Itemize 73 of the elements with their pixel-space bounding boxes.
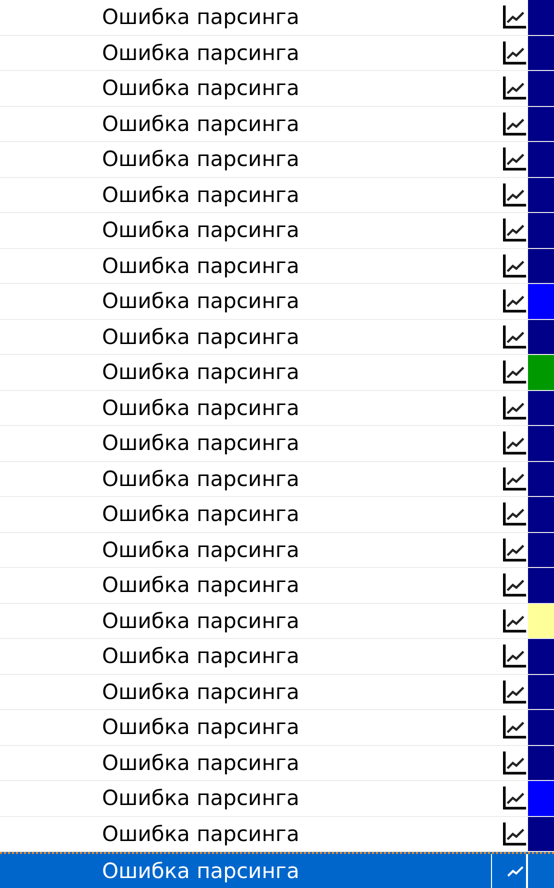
list-row[interactable]: Ошибка парсинга [0, 462, 554, 497]
list-row[interactable]: Ошибка парсинга [0, 213, 554, 248]
status-text: Ошибка парсинга [101, 217, 300, 244]
status-text: Ошибка парсинга [101, 359, 300, 386]
status-text: Ошибка парсинга [101, 324, 300, 350]
status-text: Ошибка парсинга [101, 785, 300, 812]
line-chart-icon [503, 252, 527, 279]
status-text: Ошибка парсинга [101, 110, 300, 138]
status-text: Ошибка парсинга [101, 146, 300, 173]
line-chart-icon [503, 75, 527, 102]
status-text: Ошибка парсинга [101, 750, 300, 776]
line-chart-icon [503, 785, 527, 812]
status-text: Ошибка парсинга [101, 643, 300, 670]
line-chart-icon [503, 536, 527, 563]
line-chart-icon [503, 466, 527, 492]
list-row[interactable]: Ошибка парсинга [0, 781, 554, 816]
list-row[interactable]: Ошибка парсинга [0, 426, 554, 462]
status-text: Ошибка парсинга [101, 820, 300, 848]
list-row[interactable]: Ошибка парсинга [0, 142, 554, 178]
line-chart-icon [503, 110, 527, 137]
list-row[interactable]: Ошибка парсинга [0, 71, 554, 106]
list-row[interactable]: Ошибка парсинга [0, 852, 554, 888]
line-chart-icon [503, 820, 527, 847]
line-chart-icon [503, 359, 527, 386]
status-text: Ошибка парсинга [101, 678, 300, 706]
list-row[interactable]: Ошибка парсинга [0, 178, 554, 213]
list-row[interactable]: Ошибка парсинга [0, 248, 554, 284]
status-text: Ошибка парсинга [101, 40, 300, 66]
line-chart-icon [503, 40, 527, 66]
line-chart-icon [503, 714, 527, 740]
line-chart-icon [503, 146, 527, 172]
status-text: Ошибка парсинга [101, 288, 300, 315]
status-text: Ошибка парсинга [101, 182, 300, 208]
status-text: Ошибка парсинга [101, 714, 300, 741]
list-row[interactable]: Ошибка парсинга [0, 532, 554, 568]
line-chart-icon [503, 608, 527, 634]
line-chart-icon [503, 4, 527, 30]
line-chart-icon [503, 430, 527, 456]
line-chart-icon [503, 678, 527, 705]
list-row[interactable]: Ошибка парсинга [0, 320, 554, 355]
list-row[interactable]: Ошибка парсинга [0, 106, 554, 142]
line-chart-icon [503, 182, 527, 208]
status-text: Ошибка парсинга [101, 501, 300, 528]
list-row[interactable]: Ошибка парсинга [0, 710, 554, 746]
status-text: Ошибка парсинга [101, 430, 300, 457]
list-row[interactable]: Ошибка парсинга [0, 674, 554, 710]
list-row[interactable]: Ошибка парсинга [0, 604, 554, 639]
status-text: Ошибка парсинга [101, 572, 300, 599]
status-text: Ошибка парсинга [101, 858, 300, 885]
status-text: Ошибка парсинга [101, 466, 300, 492]
status-text: Ошибка парсинга [101, 4, 300, 31]
line-chart-icon [503, 217, 527, 244]
status-text: Ошибка парсинга [101, 75, 300, 102]
list-row[interactable]: Ошибка парсинга [0, 568, 554, 604]
list-row[interactable]: Ошибка парсинга [0, 639, 554, 674]
line-chart-icon [503, 324, 527, 350]
list-row[interactable]: Ошибка парсинга [0, 746, 554, 781]
line-chart-icon [503, 501, 527, 528]
status-text: Ошибка парсинга [101, 252, 300, 280]
list-row[interactable]: Ошибка парсинга [0, 284, 554, 320]
line-chart-icon [503, 750, 527, 776]
line-chart-icon [503, 572, 527, 598]
status-text: Ошибка парсинга [101, 608, 300, 634]
line-chart-icon [503, 288, 527, 314]
list-row[interactable]: Ошибка парсинга [0, 355, 554, 390]
list-row[interactable]: Ошибка парсинга [0, 36, 554, 71]
status-text: Ошибка парсинга [101, 536, 300, 564]
list-row[interactable]: Ошибка парсинга [0, 390, 554, 426]
line-chart-icon [503, 643, 527, 670]
status-text: Ошибка парсинга [101, 394, 300, 422]
line-chart-icon [503, 394, 527, 421]
list-row[interactable]: Ошибка парсинга [0, 0, 554, 36]
list-row[interactable]: Ошибка парсинга [0, 497, 554, 532]
